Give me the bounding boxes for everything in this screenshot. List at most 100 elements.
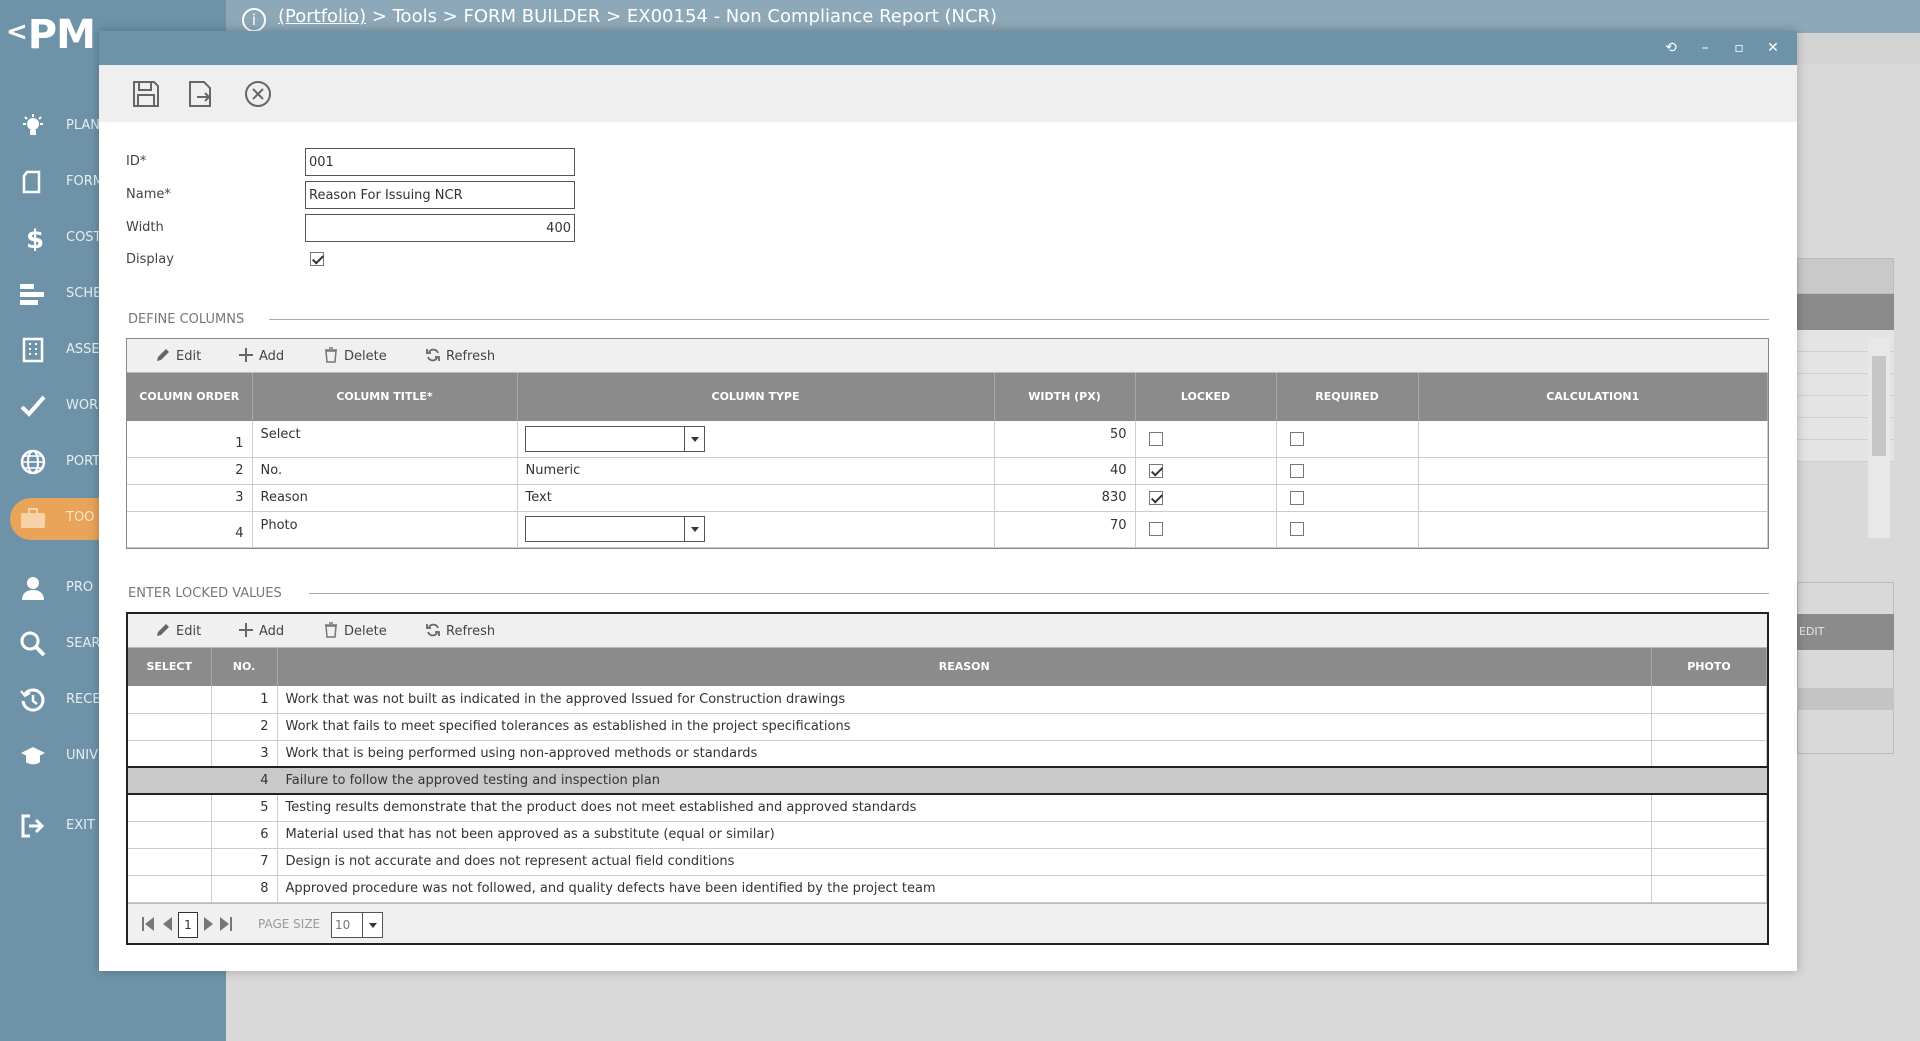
col-header-calculation[interactable]: CALCULATION1 — [1418, 373, 1768, 421]
nav-item-tools[interactable]: TOO — [0, 494, 120, 540]
column-type-dropdown[interactable] — [524, 425, 705, 452]
col-header-type[interactable]: COLUMN TYPE — [517, 373, 995, 421]
table-row[interactable]: 1 Select 50 — [127, 421, 1768, 458]
save-and-close-icon[interactable] — [185, 79, 215, 109]
cell-width[interactable]: 830 — [994, 484, 1136, 512]
locked-checkbox[interactable] — [1148, 522, 1163, 536]
prev-page-icon[interactable] — [161, 916, 173, 931]
delete-button[interactable]: Delete — [323, 622, 387, 639]
cell-type[interactable] — [517, 421, 995, 458]
nav-item-cost[interactable]: $ COST — [0, 214, 102, 260]
column-type-dropdown[interactable] — [524, 516, 705, 542]
cell-calculation[interactable] — [1418, 421, 1768, 458]
breadcrumb-portfolio-link[interactable]: (Portfolio) — [278, 6, 366, 27]
page-size-select[interactable]: 10 — [331, 911, 383, 938]
cell-width[interactable]: 70 — [994, 511, 1136, 548]
col-header-photo[interactable]: PHOTO — [1651, 648, 1767, 686]
nav-label: RECE — [66, 692, 101, 707]
refresh-button[interactable]: Refresh — [425, 347, 495, 364]
table-row[interactable]: 2 No. Numeric 40 — [127, 457, 1768, 485]
table-row[interactable]: 8 Approved procedure was not followed, an… — [128, 875, 1767, 903]
table-row[interactable]: 7 Design is not accurate and does not rep… — [128, 848, 1767, 876]
col-header-width[interactable]: WIDTH (PX) — [994, 373, 1136, 421]
cell-width[interactable]: 50 — [994, 421, 1136, 458]
table-row[interactable]: 3 Work that is being performed using non-… — [128, 740, 1767, 768]
document-icon — [22, 170, 41, 194]
table-row[interactable]: 6 Material used that has not been approve… — [128, 821, 1767, 849]
col-header-required[interactable]: REQUIRED — [1276, 373, 1419, 421]
cancel-icon[interactable] — [243, 79, 273, 109]
table-row[interactable]: 1 Work that was not built as indicated in… — [128, 686, 1767, 714]
required-checkbox[interactable] — [1289, 431, 1304, 446]
required-checkbox[interactable] — [1289, 490, 1304, 505]
logo[interactable]: <PM — [6, 12, 96, 58]
col-header-title[interactable]: COLUMN TITLE* — [252, 373, 518, 421]
nav-item-recent[interactable]: RECE — [0, 676, 101, 722]
locked-checkbox[interactable] — [1148, 490, 1163, 505]
chevron-down-icon[interactable] — [683, 426, 704, 451]
delete-button[interactable]: Delete — [323, 347, 387, 364]
cell-type[interactable] — [517, 511, 995, 548]
nav-label: PLAN — [66, 118, 100, 133]
edit-button[interactable]: Edit — [155, 622, 201, 639]
col-header-select[interactable]: SELECT — [128, 648, 212, 686]
cell-title[interactable]: Photo — [252, 511, 518, 548]
display-checkbox[interactable] — [310, 252, 324, 266]
cell-calculation[interactable] — [1418, 511, 1768, 548]
cell-title[interactable]: Reason — [252, 484, 518, 512]
last-page-icon[interactable] — [220, 916, 232, 931]
table-row[interactable]: 5 Testing results demonstrate that the pr… — [128, 794, 1767, 822]
cell-calculation[interactable] — [1418, 457, 1768, 485]
nav-item-search[interactable]: SEAR — [0, 620, 100, 666]
col-header-order[interactable]: COLUMN ORDER — [127, 373, 253, 421]
breadcrumb-path: > Tools > FORM BUILDER > EX00154 - Non C… — [366, 6, 998, 27]
save-icon[interactable] — [131, 79, 161, 109]
page-number-input[interactable]: 1 — [178, 911, 198, 938]
background-edit-bar: EDIT — [1797, 614, 1894, 650]
required-checkbox[interactable] — [1289, 463, 1304, 478]
nav-item-profile[interactable]: PRO — [0, 564, 99, 610]
edit-button[interactable]: Edit — [155, 347, 201, 364]
nav-item-schedule[interactable]: SCHE — [0, 270, 101, 316]
col-header-locked[interactable]: LOCKED — [1135, 373, 1277, 421]
first-page-icon[interactable] — [142, 916, 154, 931]
nav-item-forms[interactable]: FORM — [0, 158, 104, 204]
col-header-reason[interactable]: REASON — [277, 648, 1652, 686]
minimize-icon[interactable]: – — [1695, 38, 1715, 58]
cell-title[interactable]: Select — [252, 421, 518, 458]
nav-item-university[interactable]: UNIV — [0, 732, 99, 778]
table-row[interactable]: 2 Work that fails to meet specified toler… — [128, 713, 1767, 741]
nav-item-assets[interactable]: ASSE — [0, 326, 100, 372]
refresh-window-icon[interactable]: ⟲ — [1661, 38, 1681, 58]
nav-label: TOO — [66, 510, 95, 525]
add-button[interactable]: Add — [238, 347, 284, 364]
nav-item-plan[interactable]: PLAN — [0, 102, 100, 148]
maximize-icon[interactable]: ▫ — [1729, 38, 1749, 58]
cell-width[interactable]: 40 — [994, 457, 1136, 485]
cell-calculation[interactable] — [1418, 484, 1768, 512]
next-page-icon[interactable] — [203, 916, 215, 931]
table-row[interactable]: 3 Reason Text 830 — [127, 484, 1768, 512]
width-input[interactable] — [305, 214, 575, 242]
required-checkbox[interactable] — [1289, 522, 1304, 536]
cell-title[interactable]: No. — [252, 457, 518, 485]
nav-item-portfolio[interactable]: PORT — [0, 438, 100, 484]
refresh-button[interactable]: Refresh — [425, 622, 495, 639]
col-header-no[interactable]: NO. — [211, 648, 278, 686]
locked-checkbox[interactable] — [1148, 431, 1163, 446]
close-icon[interactable]: ✕ — [1763, 38, 1783, 58]
nav-item-exit[interactable]: EXIT — [0, 802, 99, 848]
add-button[interactable]: Add — [238, 622, 284, 639]
id-input[interactable] — [305, 148, 575, 176]
chevron-down-icon[interactable] — [362, 912, 382, 937]
chevron-down-icon[interactable] — [683, 517, 704, 541]
cell-type[interactable]: Numeric — [517, 457, 995, 485]
locked-checkbox[interactable] — [1148, 463, 1163, 478]
info-icon[interactable]: i — [242, 8, 266, 32]
table-row[interactable]: 4 Photo 70 — [127, 511, 1768, 548]
background-scrollbar[interactable] — [1868, 338, 1890, 538]
nav-item-work[interactable]: WOR — [0, 382, 99, 428]
name-input[interactable] — [305, 181, 575, 209]
table-row-selected[interactable]: 4 Failure to follow the approved testing … — [128, 766, 1767, 795]
cell-type[interactable]: Text — [517, 484, 995, 512]
